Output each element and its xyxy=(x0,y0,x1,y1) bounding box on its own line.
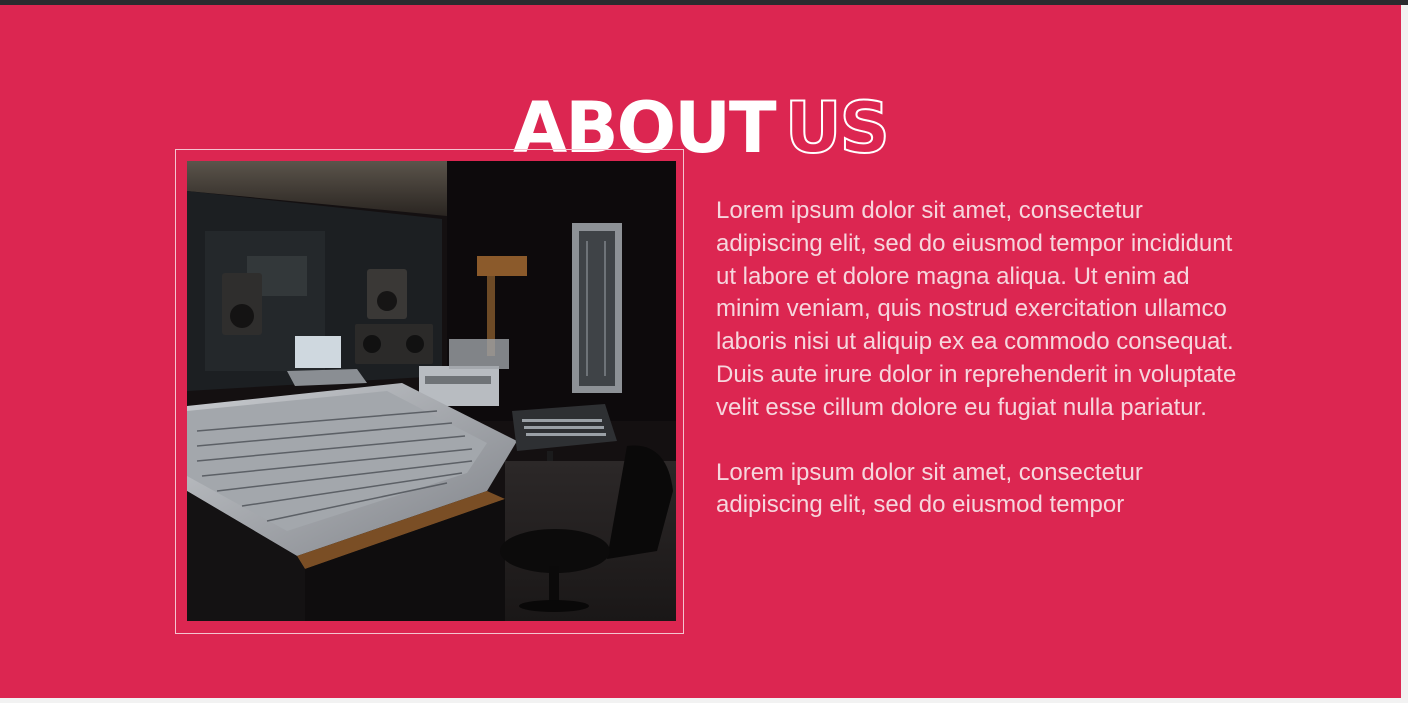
title-outline-word: US xyxy=(784,86,891,169)
about-text: Lorem ipsum dolor sit amet, consectetur … xyxy=(716,195,1256,554)
studio-photo xyxy=(187,161,676,621)
about-paragraph-1: Lorem ipsum dolor sit amet, consectetur … xyxy=(716,197,1237,421)
page-gutter xyxy=(1401,5,1408,703)
about-paragraph-2: Lorem ipsum dolor sit amet, consectetur … xyxy=(716,458,1143,519)
